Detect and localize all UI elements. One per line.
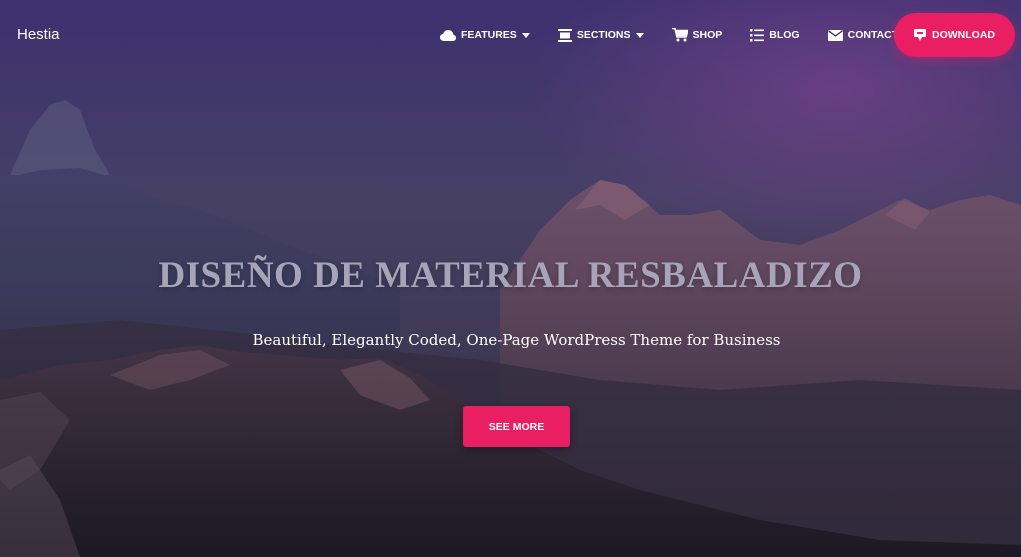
- nav-label-sections: SECTIONS: [576, 29, 631, 41]
- download-button-label: DOWNLOAD: [932, 29, 995, 41]
- chevron-down-icon: [635, 32, 644, 38]
- chevron-down-icon: [521, 32, 530, 38]
- envelope-icon: [827, 29, 843, 41]
- nav-label-shop: SHOP: [692, 29, 723, 41]
- download-icon: [914, 28, 926, 42]
- cloud-icon: [440, 29, 456, 41]
- nav-item-contact[interactable]: CONTACT: [827, 29, 899, 41]
- main-navigation: FEATURES SECTIONS SHOP BLOG CONTACT: [440, 24, 926, 46]
- list-icon: [750, 28, 765, 42]
- hero-subtitle: Beautiful, Elegantly Coded, One-Page Wor…: [252, 331, 781, 349]
- hero-title: DISEÑO DE MATERIAL RESBALADIZO: [158, 255, 863, 296]
- nav-item-blog[interactable]: BLOG: [750, 28, 800, 42]
- nav-label-contact: CONTACT: [847, 29, 899, 41]
- sections-icon: [557, 28, 572, 42]
- nav-item-features[interactable]: FEATURES: [440, 29, 530, 41]
- cart-icon: [671, 28, 688, 42]
- download-button[interactable]: DOWNLOAD: [894, 13, 1015, 57]
- see-more-button[interactable]: SEE MORE: [463, 406, 570, 447]
- nav-item-sections[interactable]: SECTIONS: [557, 28, 644, 42]
- nav-label-blog: BLOG: [769, 29, 800, 41]
- nav-item-shop[interactable]: SHOP: [671, 28, 723, 42]
- brand-logo[interactable]: Hestia: [17, 26, 60, 43]
- nav-label-features: FEATURES: [461, 29, 517, 41]
